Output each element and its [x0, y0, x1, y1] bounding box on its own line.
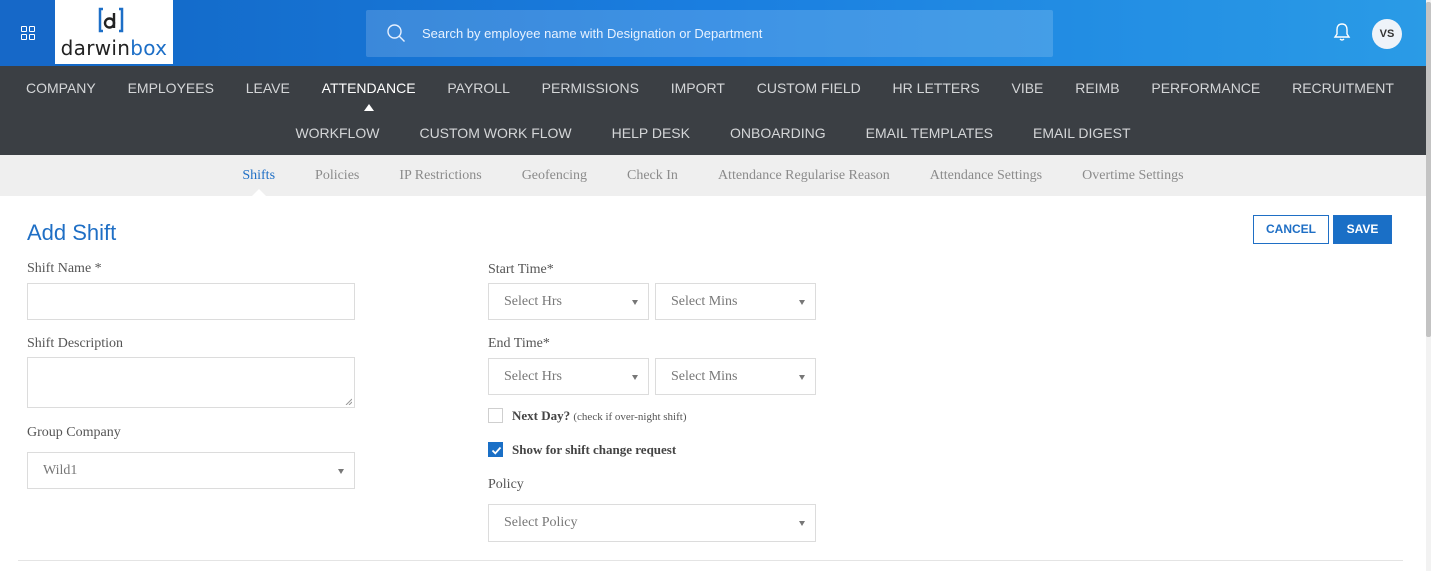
active-indicator-icon	[363, 104, 374, 111]
end-mins-select[interactable]: Select Mins	[655, 358, 816, 395]
grid-icon	[20, 26, 35, 40]
dropdown-arrow-icon	[632, 374, 638, 380]
group-company-value: Wild1	[43, 462, 78, 478]
tab-policies[interactable]: Policies	[315, 155, 359, 196]
nav-item-payroll[interactable]: PAYROLL	[447, 80, 510, 96]
nav-item-permissions[interactable]: PERMISSIONS	[542, 80, 639, 96]
nav-item-attendance[interactable]: ATTENDANCE	[321, 80, 416, 111]
nav-item-performance[interactable]: PERFORMANCE	[1151, 80, 1260, 96]
policy-label: Policy	[488, 477, 524, 492]
nav-item-hr-letters[interactable]: HR LETTERS	[893, 80, 980, 96]
shift-name-input[interactable]	[27, 283, 355, 320]
sub-nav: Shifts Policies IP Restrictions Geofenci…	[0, 155, 1426, 196]
logo-d-icon	[98, 7, 124, 33]
nav-item-custom-work-flow[interactable]: CUSTOM WORK FLOW	[419, 125, 571, 141]
app-launcher-button[interactable]	[0, 0, 55, 66]
scrollbar-thumb[interactable]	[1426, 2, 1431, 337]
notification-bell-icon[interactable]	[1333, 22, 1351, 42]
nav-item-workflow[interactable]: WORKFLOW	[295, 125, 379, 141]
group-company-select[interactable]: Wild1	[27, 452, 355, 489]
nav-item-attendance-label: ATTENDANCE	[321, 80, 416, 96]
save-button[interactable]: SAVE	[1333, 215, 1392, 244]
start-mins-value: Select Mins	[671, 293, 738, 309]
search-icon	[387, 24, 405, 42]
dropdown-arrow-icon	[632, 299, 638, 305]
checkmark-icon	[491, 446, 502, 455]
tab-geofencing[interactable]: Geofencing	[522, 155, 587, 196]
search-input[interactable]: Search by employee name with Designation…	[366, 10, 1053, 57]
main-nav-row-1: COMPANY EMPLOYEES LEAVE ATTENDANCE PAYRO…	[0, 80, 1426, 111]
next-day-checkbox[interactable]	[488, 408, 503, 423]
user-avatar[interactable]: VS	[1372, 19, 1402, 49]
end-mins-value: Select Mins	[671, 368, 738, 384]
top-bar: darwinbox Search by employee name with D…	[0, 0, 1426, 66]
next-day-label-text: Next Day?	[512, 408, 571, 423]
group-company-label: Group Company	[27, 425, 121, 440]
show-shift-change-label: Show for shift change request	[512, 442, 677, 457]
nav-item-vibe[interactable]: VIBE	[1011, 80, 1043, 96]
nav-item-leave[interactable]: LEAVE	[246, 80, 290, 96]
shift-description-label: Shift Description	[27, 336, 124, 351]
show-shift-change-checkbox[interactable]	[488, 442, 503, 457]
tab-shifts[interactable]: Shifts	[242, 155, 275, 196]
shift-description-textarea[interactable]	[27, 357, 355, 408]
end-time-label: End Time*	[488, 336, 550, 351]
nav-item-email-templates[interactable]: EMAIL TEMPLATES	[866, 125, 993, 141]
start-time-label: Start Time*	[488, 262, 554, 277]
end-hrs-value: Select Hrs	[504, 368, 562, 384]
cancel-button[interactable]: CANCEL	[1253, 215, 1329, 244]
dropdown-arrow-icon	[799, 521, 805, 526]
page-title: Add Shift	[27, 220, 117, 245]
dropdown-arrow-icon	[799, 299, 805, 305]
dropdown-arrow-icon	[338, 468, 344, 474]
tab-attendance-settings[interactable]: Attendance Settings	[930, 155, 1042, 196]
resize-grip-icon[interactable]	[345, 398, 352, 405]
tab-overtime-settings[interactable]: Overtime Settings	[1082, 155, 1184, 196]
logo-wordmark: darwinbox	[60, 36, 168, 60]
tab-attendance-regularise-reason[interactable]: Attendance Regularise Reason	[718, 155, 890, 196]
tab-ip-restrictions[interactable]: IP Restrictions	[399, 155, 481, 196]
policy-value: Select Policy	[504, 515, 578, 530]
nav-item-onboarding[interactable]: ONBOARDING	[730, 125, 826, 141]
policy-select[interactable]: Select Policy	[488, 504, 816, 542]
nav-item-employees[interactable]: EMPLOYEES	[128, 80, 214, 96]
nav-item-email-digest[interactable]: EMAIL DIGEST	[1033, 125, 1131, 141]
end-hrs-select[interactable]: Select Hrs	[488, 358, 649, 395]
nav-item-company[interactable]: COMPANY	[26, 80, 96, 96]
start-hrs-select[interactable]: Select Hrs	[488, 283, 649, 320]
darwinbox-logo[interactable]: darwinbox	[55, 0, 173, 64]
next-day-hint: (check if over-night shift)	[573, 411, 687, 423]
nav-item-custom-field[interactable]: CUSTOM FIELD	[757, 80, 861, 96]
search-placeholder: Search by employee name with Designation…	[422, 26, 763, 41]
shift-name-label: Shift Name *	[27, 261, 102, 276]
nav-item-help-desk[interactable]: HELP DESK	[612, 125, 690, 141]
main-nav: COMPANY EMPLOYEES LEAVE ATTENDANCE PAYRO…	[0, 66, 1426, 155]
start-mins-select[interactable]: Select Mins	[655, 283, 816, 320]
tab-check-in[interactable]: Check In	[627, 155, 678, 196]
start-hrs-value: Select Hrs	[504, 293, 562, 309]
dropdown-arrow-icon	[799, 374, 805, 380]
nav-item-import[interactable]: IMPORT	[671, 80, 725, 96]
main-nav-row-2: WORKFLOW CUSTOM WORK FLOW HELP DESK ONBO…	[0, 125, 1426, 141]
form-divider	[18, 560, 1403, 561]
nav-item-reimb[interactable]: REIMB	[1075, 80, 1119, 96]
nav-item-recruitment[interactable]: RECRUITMENT	[1292, 80, 1394, 96]
next-day-label: Next Day? (check if over-night shift)	[512, 408, 687, 424]
